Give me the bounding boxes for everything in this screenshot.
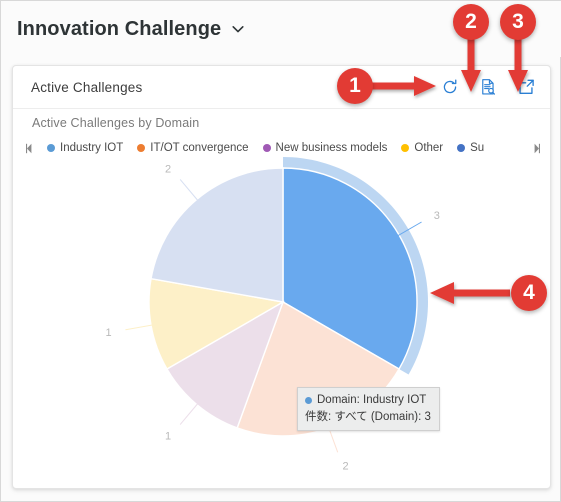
legend-label: New business models bbox=[275, 142, 388, 154]
pie-slice-value-label: 1 bbox=[165, 430, 171, 442]
legend-color-dot bbox=[137, 144, 146, 152]
legend-color-dot bbox=[262, 144, 271, 152]
legend-label: IT/OT convergence bbox=[150, 142, 249, 154]
legend-item[interactable]: Su bbox=[457, 142, 484, 154]
page-title: Innovation Challenge bbox=[17, 17, 222, 40]
refresh-icon[interactable] bbox=[440, 77, 460, 97]
pie-slice[interactable] bbox=[150, 167, 284, 303]
tooltip-line-1: Domain: Industry IOT bbox=[317, 394, 427, 406]
tooltip-line-2: 件数: すべて (Domain): 3 bbox=[305, 410, 431, 423]
page-header: Innovation Challenge bbox=[1, 1, 561, 57]
legend-color-dot bbox=[401, 144, 410, 152]
legend-label: Industry IOT bbox=[60, 142, 124, 154]
chevron-down-icon[interactable] bbox=[230, 21, 246, 37]
chart-tooltip: Domain: Industry IOT 件数: すべて (Domain): 3 bbox=[297, 387, 440, 432]
pie-leader-line bbox=[179, 403, 199, 425]
document-search-icon[interactable] bbox=[478, 77, 498, 97]
legend-items: Industry IOT IT/OT convergence New busines… bbox=[37, 142, 528, 154]
chart-area: Active Challenges by Domain Industry IOT… bbox=[13, 109, 550, 488]
active-challenges-card: Active Challenges Active Challenges by D… bbox=[12, 65, 551, 489]
pie-leader-line bbox=[179, 179, 199, 201]
app-frame: Innovation Challenge Active Challenges A… bbox=[0, 0, 561, 502]
pie-slice-value-label: 2 bbox=[343, 461, 349, 473]
pie-chart: 3 2 1 1 2 bbox=[13, 157, 550, 488]
legend-color-dot bbox=[457, 144, 466, 152]
legend-color-dot bbox=[47, 144, 55, 152]
legend-scroll-right-button[interactable] bbox=[528, 140, 544, 156]
legend-item[interactable]: Other bbox=[401, 142, 443, 154]
tooltip-series-dot bbox=[305, 396, 312, 404]
pie-leader-line bbox=[125, 324, 153, 331]
legend-item[interactable]: IT/OT convergence bbox=[137, 142, 249, 154]
legend-label: Other bbox=[414, 142, 444, 154]
legend-item[interactable]: Industry IOT bbox=[47, 142, 123, 154]
legend-item[interactable]: New business models bbox=[262, 142, 388, 154]
chart-legend: Industry IOT IT/OT convergence New busines… bbox=[21, 138, 544, 158]
external-link-icon[interactable] bbox=[516, 77, 536, 97]
card-title: Active Challenges bbox=[31, 79, 143, 95]
card-actions bbox=[440, 77, 536, 97]
pie-slice-value-label: 3 bbox=[434, 210, 440, 222]
legend-scroll-left-button[interactable] bbox=[21, 140, 37, 156]
card-header: Active Challenges bbox=[13, 66, 550, 109]
pie-slice-value-label: 2 bbox=[165, 164, 171, 176]
pie-slice-value-label: 1 bbox=[106, 327, 112, 339]
legend-label: Su bbox=[470, 142, 485, 154]
chart-title: Active Challenges by Domain bbox=[32, 116, 200, 130]
